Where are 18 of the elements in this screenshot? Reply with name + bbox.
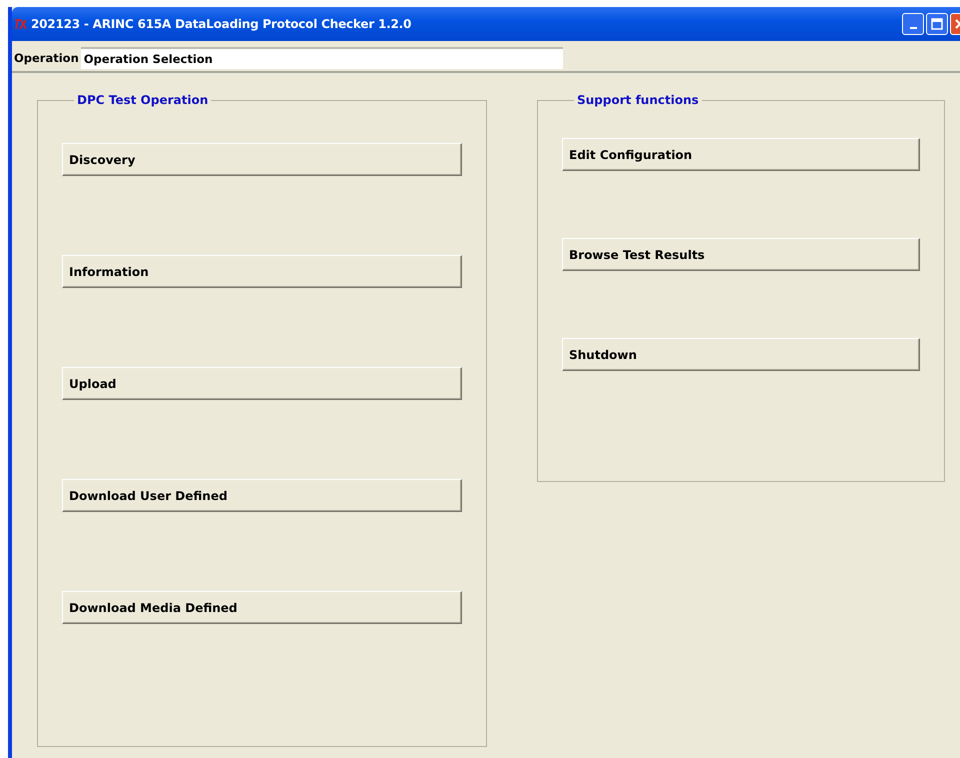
action-button[interactable]: Shutdown [562,338,920,371]
action-button[interactable]: Download User Defined [62,479,462,512]
operation-field[interactable]: Operation Selection [80,46,563,68]
maximize-button[interactable] [926,13,948,35]
group-title: DPC Test Operation [76,93,210,107]
app-icon [14,18,28,30]
action-button[interactable]: Browse Test Results [562,238,920,271]
action-button[interactable]: Discovery [62,143,462,176]
minimize-icon [910,27,916,29]
window-title: 202123 - ARINC 615A DataLoading Protocol Checker 1.2.0 [31,17,412,31]
action-button[interactable]: Download Media Defined [62,591,462,624]
minimize-button[interactable] [902,13,924,35]
action-button[interactable]: Edit Configuration [562,138,920,171]
operation-label: Operation [14,50,79,64]
action-button[interactable]: Upload [62,367,462,400]
action-button[interactable]: Information [62,255,462,288]
maximize-icon [931,18,943,30]
group-title: Support functions [576,93,700,107]
